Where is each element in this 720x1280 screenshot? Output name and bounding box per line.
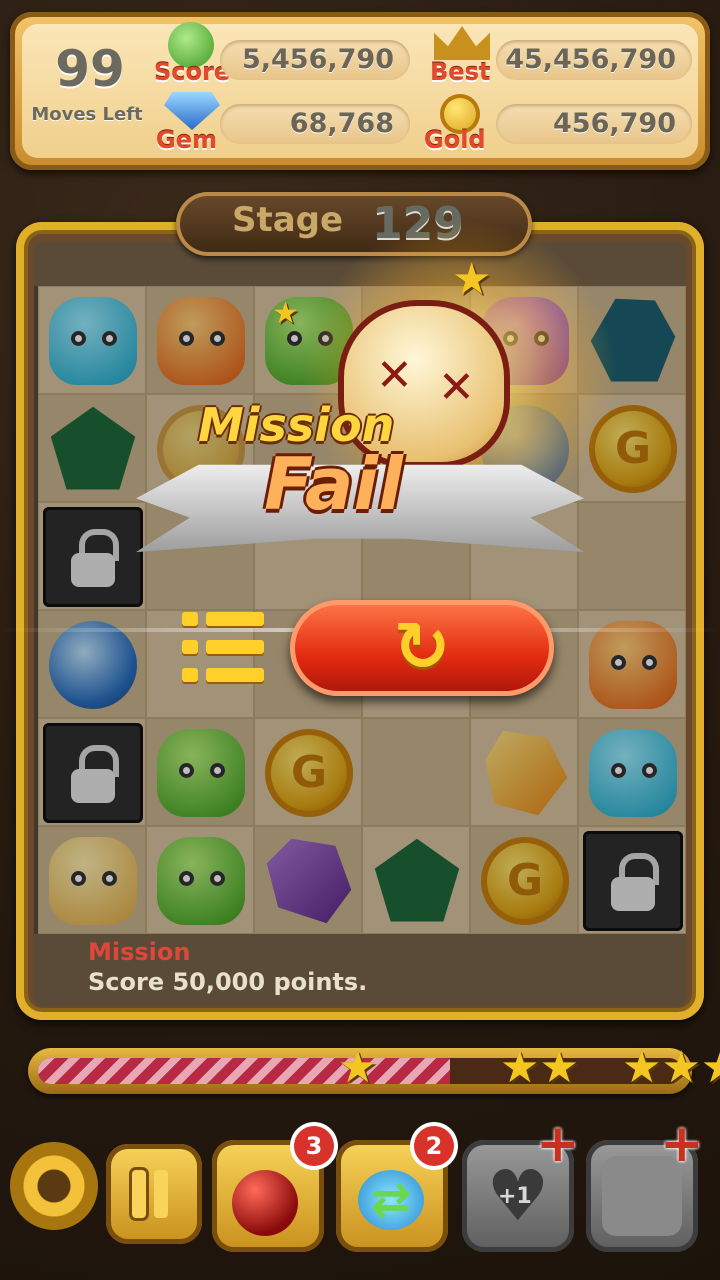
best-value: 45,456,790: [496, 40, 692, 80]
moves-left-label: Moves Left: [31, 104, 143, 125]
burst-star-icon: ★: [272, 296, 299, 331]
score-value: 5,456,790: [220, 40, 410, 80]
progress-fill: [38, 1058, 451, 1084]
stage-list-button[interactable]: [182, 606, 266, 690]
shuffle-item-button[interactable]: ⇄ 2: [336, 1126, 454, 1252]
pause-button[interactable]: [106, 1144, 202, 1244]
retry-button[interactable]: ↻: [290, 600, 554, 696]
burst-star-icon: ★: [452, 254, 492, 305]
best-label: Best: [430, 58, 491, 86]
settings-gear-icon[interactable]: [10, 1142, 98, 1230]
result-title-line2: Fail: [264, 442, 403, 526]
pause-icon: [132, 1170, 146, 1218]
bomb-count-badge: 3: [294, 1126, 334, 1166]
empty-item-slot[interactable]: +: [586, 1114, 704, 1252]
mission-label: Mission: [88, 938, 191, 966]
retry-icon: ↻: [393, 608, 451, 687]
heart-plus-label: +1: [498, 1184, 532, 1209]
gem-label: Gem: [156, 126, 217, 154]
gem-value: 68,768: [220, 104, 410, 144]
gold-label: Gold: [424, 126, 486, 154]
extra-heart-slot[interactable]: ♥ +1 +: [462, 1114, 580, 1252]
progress-star-1-icon: ★: [338, 1042, 378, 1093]
gold-value: 456,790: [496, 104, 692, 144]
add-item-plus-icon: +: [536, 1114, 580, 1174]
add-item-plus-icon: +: [660, 1114, 704, 1174]
bomb-item-button[interactable]: 3: [212, 1126, 334, 1252]
progress-star-2-icon: ★★: [500, 1042, 579, 1093]
mission-description: Score 50,000 points.: [88, 968, 368, 996]
progress-star-3-icon: ★★★: [622, 1042, 720, 1093]
bomb-icon: [232, 1170, 298, 1236]
shuffle-icon: ⇄: [358, 1170, 424, 1230]
shuffle-count-badge: 2: [414, 1126, 454, 1166]
moves-left-count: 99: [55, 40, 125, 98]
score-label: Score: [154, 58, 231, 86]
